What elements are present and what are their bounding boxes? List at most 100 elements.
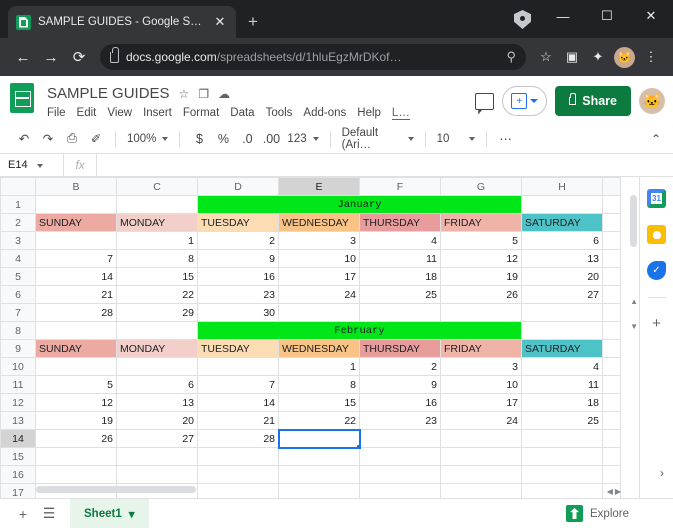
scroll-down-icon[interactable]: ▼	[630, 322, 638, 331]
decrease-decimal-icon[interactable]: .0	[235, 127, 259, 151]
window-maximize-button[interactable]: ☐	[585, 0, 629, 32]
selected-cell-E14[interactable]	[277, 428, 361, 449]
cell-D4[interactable]: 9	[197, 249, 279, 268]
cell-E13[interactable]: 22	[278, 411, 360, 430]
undo-icon[interactable]: ↶	[12, 127, 36, 151]
cell-B6[interactable]: 21	[35, 285, 117, 304]
cell-D10[interactable]	[197, 357, 279, 376]
cell-C10[interactable]	[116, 357, 198, 376]
cell-I4[interactable]	[602, 249, 621, 268]
cell-I8[interactable]	[602, 321, 621, 340]
forward-icon[interactable]: →	[37, 43, 65, 71]
font-select[interactable]: Default (Ari…	[338, 127, 418, 151]
percent-format-icon[interactable]: %	[211, 127, 235, 151]
day-header-wednesday[interactable]: WEDNESDAY	[278, 339, 360, 358]
account-avatar[interactable]: 🐱	[639, 88, 665, 114]
add-sheet-button[interactable]: +	[10, 501, 36, 527]
row-header-14[interactable]: 14	[0, 429, 36, 448]
cell-B14[interactable]: 26	[35, 429, 117, 448]
cell-B5[interactable]: 14	[35, 267, 117, 286]
cell-H16[interactable]	[521, 465, 603, 484]
redo-icon[interactable]: ↷	[36, 127, 60, 151]
cell-I9[interactable]	[602, 339, 621, 358]
column-header-D[interactable]: D	[197, 177, 279, 196]
cell-D11[interactable]: 7	[197, 375, 279, 394]
sheet-tab-sheet1[interactable]: Sheet1 ▾	[70, 498, 149, 528]
more-options-icon[interactable]: ⋯	[494, 127, 518, 151]
cell-I16[interactable]	[602, 465, 621, 484]
corner-select-all[interactable]	[0, 177, 36, 196]
new-tab-button[interactable]: +	[248, 12, 258, 32]
day-header-saturday[interactable]: SATURDAY	[521, 339, 603, 358]
row-header-17[interactable]: 17	[0, 483, 36, 498]
menu-format[interactable]: Format	[183, 107, 219, 120]
cell-E12[interactable]: 15	[278, 393, 360, 412]
scroll-left-icon[interactable]: ◀	[607, 487, 613, 496]
cell-D7[interactable]: 30	[197, 303, 279, 322]
cell-G4[interactable]: 12	[440, 249, 522, 268]
cell-F13[interactable]: 23	[359, 411, 441, 430]
browser-tab[interactable]: SAMPLE GUIDES - Google Sheets ✕	[8, 6, 236, 38]
cell-F3[interactable]: 4	[359, 231, 441, 250]
cell-C8[interactable]	[116, 321, 198, 340]
cell-B12[interactable]: 12	[35, 393, 117, 412]
column-header-C[interactable]: C	[116, 177, 198, 196]
day-header-tuesday[interactable]: TUESDAY	[197, 213, 279, 232]
cell-B3[interactable]	[35, 231, 117, 250]
cell-D5[interactable]: 16	[197, 267, 279, 286]
reading-list-icon[interactable]: ▣	[559, 44, 585, 70]
row-header-16[interactable]: 16	[0, 465, 36, 484]
cell-H6[interactable]: 27	[521, 285, 603, 304]
cell-F11[interactable]: 9	[359, 375, 441, 394]
cell-D16[interactable]	[197, 465, 279, 484]
browser-menu-icon[interactable]: ⋮	[638, 44, 664, 70]
star-icon[interactable]: ☆	[179, 87, 190, 101]
currency-format-icon[interactable]: $	[187, 127, 211, 151]
cell-E3[interactable]: 3	[278, 231, 360, 250]
cell-D14[interactable]: 28	[197, 429, 279, 448]
cell-G15[interactable]	[440, 447, 522, 466]
cell-H5[interactable]: 20	[521, 267, 603, 286]
day-header-friday[interactable]: FRIDAY	[440, 339, 522, 358]
cell-C11[interactable]: 6	[116, 375, 198, 394]
chevron-down-icon[interactable]: ▾	[129, 507, 135, 521]
menu-overflow[interactable]: L…	[391, 107, 410, 120]
cell-E7[interactable]	[278, 303, 360, 322]
cell-H12[interactable]: 18	[521, 393, 603, 412]
row-header-1[interactable]: 1	[0, 195, 36, 214]
reload-icon[interactable]: ⟳	[65, 43, 93, 71]
cell-B8[interactable]	[35, 321, 117, 340]
cell-C4[interactable]: 8	[116, 249, 198, 268]
cell-B15[interactable]	[35, 447, 117, 466]
cell-D13[interactable]: 21	[197, 411, 279, 430]
cell-G5[interactable]: 19	[440, 267, 522, 286]
row-header-4[interactable]: 4	[0, 249, 36, 268]
cell-I6[interactable]	[602, 285, 621, 304]
row-header-11[interactable]: 11	[0, 375, 36, 394]
fill-handle[interactable]	[356, 444, 359, 447]
cell-B1[interactable]	[35, 195, 117, 214]
cell-H14[interactable]	[521, 429, 603, 448]
row-header-5[interactable]: 5	[0, 267, 36, 286]
cell-F7[interactable]	[359, 303, 441, 322]
cell-I7[interactable]	[602, 303, 621, 322]
cell-C15[interactable]	[116, 447, 198, 466]
move-to-folder-icon[interactable]: ❐	[198, 87, 209, 101]
cell-F4[interactable]: 11	[359, 249, 441, 268]
window-close-button[interactable]: ✕	[629, 0, 673, 32]
cell-F12[interactable]: 16	[359, 393, 441, 412]
cell-E15[interactable]	[278, 447, 360, 466]
cell-E5[interactable]: 17	[278, 267, 360, 286]
cell-H7[interactable]	[521, 303, 603, 322]
profile-shield-icon[interactable]	[514, 10, 531, 29]
column-header-F[interactable]: F	[359, 177, 441, 196]
scroll-up-icon[interactable]: ▲	[630, 297, 638, 306]
number-format-select[interactable]: 123	[283, 133, 322, 145]
cell-E16[interactable]	[278, 465, 360, 484]
cell-I3[interactable]	[602, 231, 621, 250]
cell-C6[interactable]: 22	[116, 285, 198, 304]
cell-G13[interactable]: 24	[440, 411, 522, 430]
cell-G3[interactable]: 5	[440, 231, 522, 250]
cell-C7[interactable]: 29	[116, 303, 198, 322]
cell-D12[interactable]: 14	[197, 393, 279, 412]
